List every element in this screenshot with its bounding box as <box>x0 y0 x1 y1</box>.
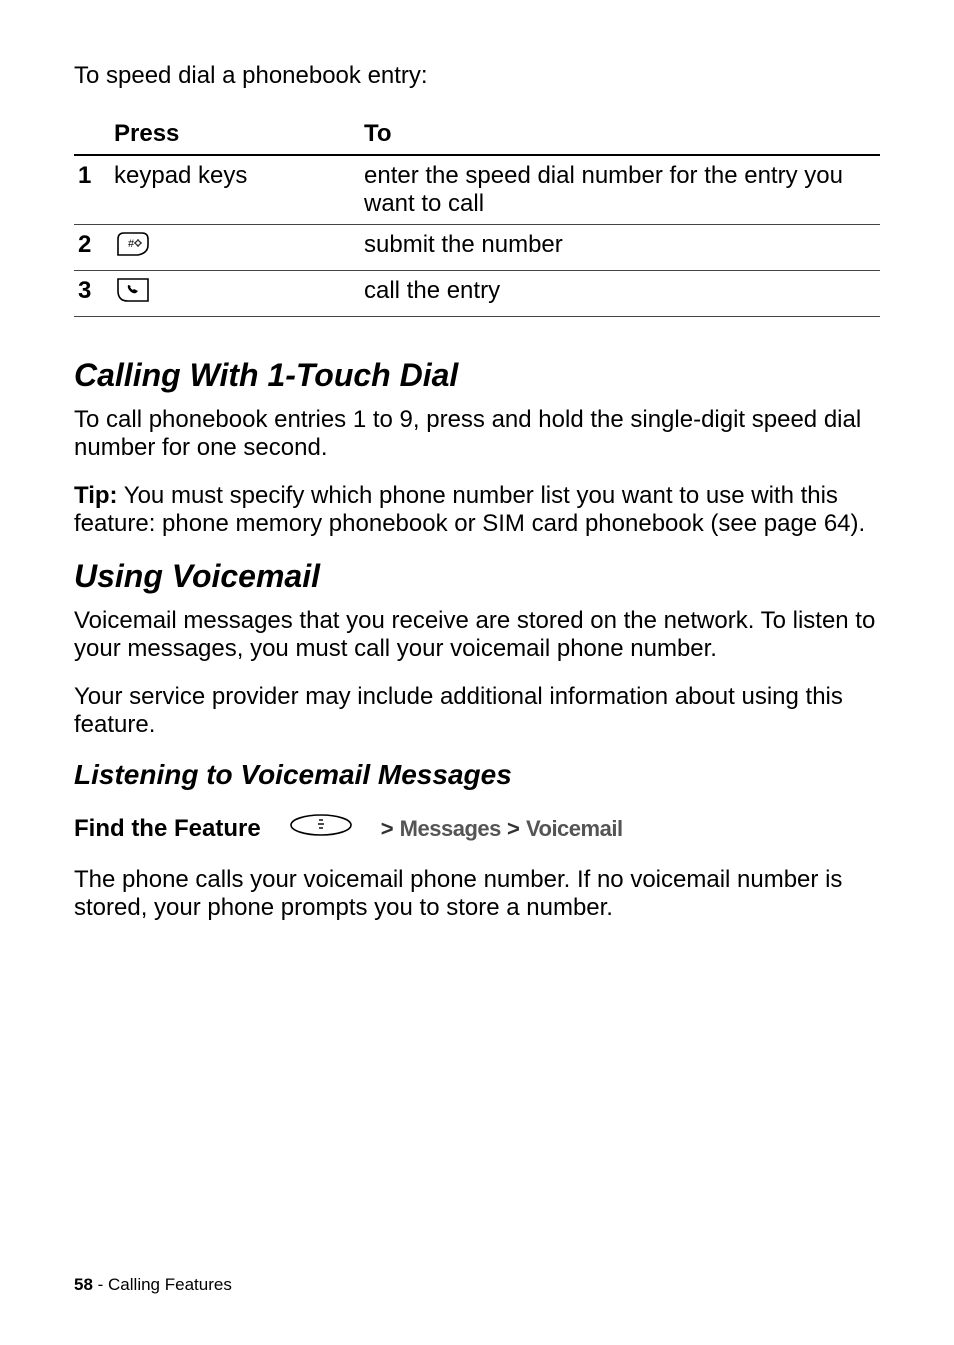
step-to: submit the number <box>360 225 880 271</box>
bracket: > <box>381 816 394 841</box>
step-number: 2 <box>74 225 110 271</box>
tip-body: You must specify which phone number list… <box>74 482 865 537</box>
find-feature-label: Find the Feature <box>74 815 261 843</box>
section-heading-voicemail: Using Voicemail <box>74 558 880 595</box>
page-footer: 58 - Calling Features <box>74 1275 232 1295</box>
intro-text: To speed dial a phonebook entry: <box>74 62 880 90</box>
step-to: enter the speed dial number for the entr… <box>360 155 880 225</box>
menu-key-icon <box>289 813 353 844</box>
step-number: 3 <box>74 271 110 317</box>
menu-item-messages: Messages <box>400 816 501 841</box>
footer-section: Calling Features <box>108 1275 232 1294</box>
footer-sep: - <box>93 1275 108 1294</box>
step-to: call the entry <box>360 271 880 317</box>
subsection-p1: The phone calls your voicemail phone num… <box>74 866 880 922</box>
table-row: 2 # submit the number <box>74 225 880 271</box>
table-row: 1 keypad keys enter the speed dial numbe… <box>74 155 880 225</box>
bracket: > <box>507 816 520 841</box>
hash-key-icon: # <box>114 231 152 264</box>
table-row: 3 call the entry <box>74 271 880 317</box>
column-header-to: To <box>360 114 880 155</box>
subsection-heading-listening: Listening to Voicemail Messages <box>74 759 880 791</box>
section2-p2: Your service provider may include additi… <box>74 683 880 739</box>
steps-table: Press To 1 keypad keys enter the speed d… <box>74 114 880 317</box>
menu-item-voicemail: Voicemail <box>526 816 623 841</box>
tip-label: Tip: <box>74 482 118 509</box>
section1-tip: Tip: You must specify which phone number… <box>74 482 880 538</box>
page-number: 58 <box>74 1275 93 1294</box>
section-heading-1touch: Calling With 1-Touch Dial <box>74 357 880 394</box>
step-press: keypad keys <box>110 155 360 225</box>
section2-p1: Voicemail messages that you receive are … <box>74 607 880 663</box>
step-press: # <box>110 225 360 271</box>
step-number: 1 <box>74 155 110 225</box>
column-header-press: Press <box>110 114 360 155</box>
section1-p1: To call phonebook entries 1 to 9, press … <box>74 406 880 462</box>
step-press <box>110 271 360 317</box>
menu-path: > Messages > Voicemail <box>381 816 623 842</box>
send-key-icon <box>114 277 152 310</box>
svg-text:#: # <box>128 238 135 250</box>
find-feature-row: Find the Feature > Messages > Voicemail <box>74 813 880 844</box>
